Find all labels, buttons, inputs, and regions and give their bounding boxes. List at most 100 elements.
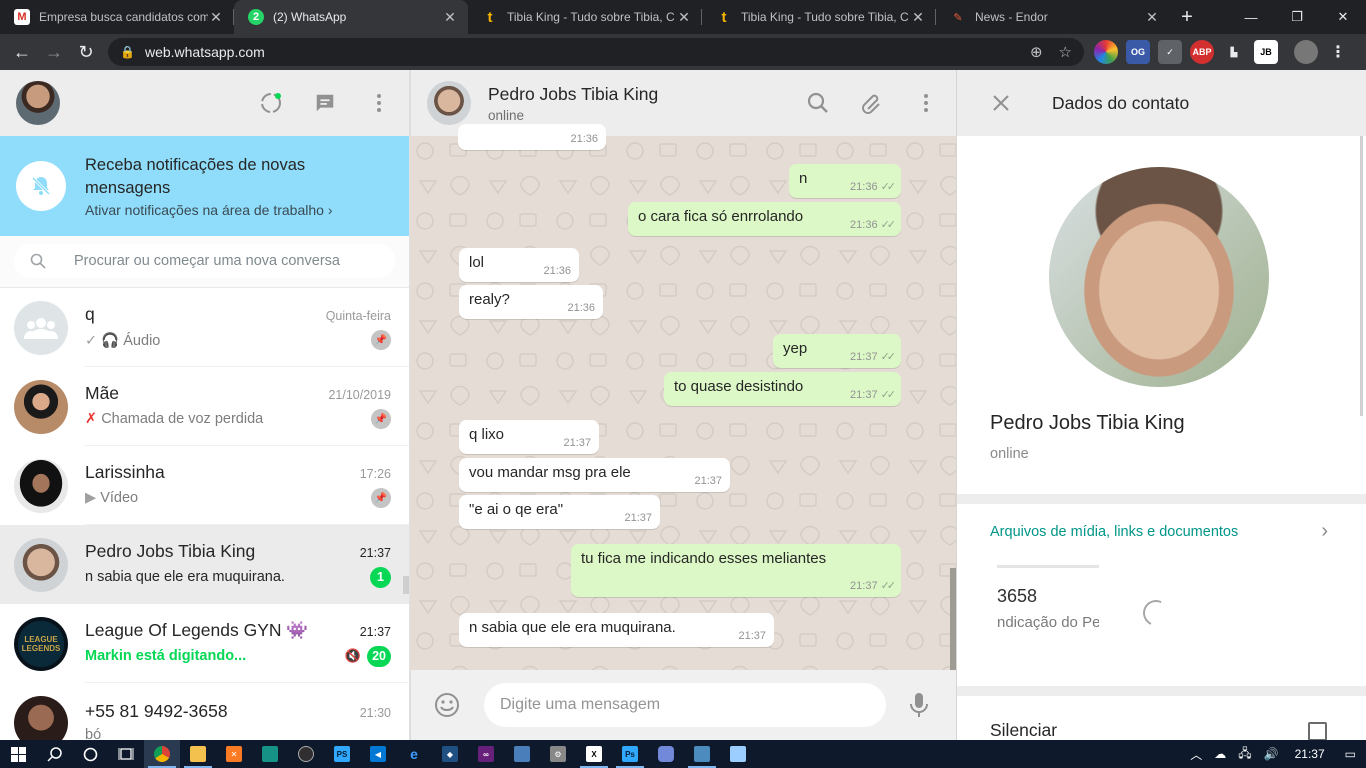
tab-close-icon[interactable]: ✕ <box>1144 9 1160 26</box>
new-tab-button[interactable]: + <box>1170 0 1204 34</box>
restore-icon[interactable]: ❐ <box>1274 0 1320 34</box>
minimize-icon[interactable]: — <box>1228 0 1274 34</box>
tab-close-icon[interactable]: ✕ <box>676 9 692 26</box>
menu-dots-icon[interactable] <box>912 89 940 117</box>
menu-dots-icon[interactable] <box>365 89 393 117</box>
edge-icon[interactable]: e <box>396 740 432 768</box>
attach-clip-icon[interactable] <box>858 89 886 117</box>
message-bubble-incoming[interactable]: "e ai o qe era" 21:37 <box>459 495 660 529</box>
back-arrow-icon[interactable]: ← <box>6 36 38 68</box>
cortana-icon[interactable] <box>72 740 108 768</box>
media-link-preview[interactable]: 3658 ndicação do Pe <box>997 565 1099 653</box>
close-icon[interactable] <box>987 89 1015 117</box>
windows-icon[interactable] <box>0 740 36 768</box>
tab-close-icon[interactable]: ✕ <box>442 9 458 26</box>
browser-tab-whatsapp[interactable]: 2 (2) WhatsApp ✕ <box>234 0 468 34</box>
contact-avatar[interactable] <box>427 81 471 125</box>
og-extension-icon[interactable]: OG <box>1126 40 1150 64</box>
message-bubble-outgoing[interactable]: n 21:36 ✓✓ <box>789 164 901 198</box>
message-bubble-incoming[interactable]: realy? 21:36 <box>459 285 603 319</box>
chevron-right-icon[interactable]: › <box>1321 520 1328 543</box>
chat-item-league[interactable]: LEAGUE LEGENDS League Of Legends GYN 👾 21:… <box>0 604 409 683</box>
chat-item-mae[interactable]: Mãe 21/10/2019 ✗ Chamada de voz perdida 📌 <box>0 367 409 446</box>
discord-icon[interactable] <box>648 740 684 768</box>
profile-photo[interactable] <box>1049 167 1269 387</box>
tab-close-icon[interactable]: ✕ <box>910 9 926 26</box>
search-box[interactable] <box>14 244 395 278</box>
emoji-icon[interactable] <box>433 691 461 719</box>
search-input[interactable] <box>74 253 374 269</box>
xampp-icon[interactable]: ✕ <box>216 740 252 768</box>
mute-row[interactable]: Silenciar <box>957 696 1366 740</box>
chat-item-number[interactable]: +55 81 9492-3658 21:30 bó <box>0 683 409 740</box>
chat-list-scrollbar[interactable] <box>403 576 409 594</box>
photoshop-icon[interactable]: PS <box>324 740 360 768</box>
mute-checkbox[interactable] <box>1308 722 1327 740</box>
message-bubble-outgoing[interactable]: to quase desistindo 21:37 ✓✓ <box>664 372 901 406</box>
enable-notifications-link[interactable]: Ativar notificações na área de trabalho … <box>85 202 335 218</box>
notifications-icon[interactable]: ▭ <box>1345 747 1356 761</box>
notepad-icon[interactable] <box>720 740 756 768</box>
search-icon[interactable] <box>36 740 72 768</box>
chevron-up-icon[interactable]: ︿ <box>1190 746 1202 763</box>
my-avatar[interactable] <box>16 81 60 125</box>
new-chat-icon[interactable] <box>311 89 339 117</box>
chrome-icon[interactable] <box>144 740 180 768</box>
tool-icon[interactable]: ⚙ <box>540 740 576 768</box>
vm-icon[interactable] <box>684 740 720 768</box>
ps-icon[interactable]: Ps <box>612 740 648 768</box>
browser-tab-tibiaking-1[interactable]: t Tibia King - Tudo sobre Tibia, C ✕ <box>468 0 702 34</box>
volume-icon[interactable]: 🔊 <box>1264 747 1279 761</box>
stamp-extension-icon[interactable]: ▙ <box>1222 40 1246 64</box>
url-text[interactable]: web.whatsapp.com <box>145 44 1014 60</box>
task-view-icon[interactable] <box>108 740 144 768</box>
jb-extension-icon[interactable]: JB <box>1254 40 1278 64</box>
message-bubble-incoming[interactable]: q lixo 21:37 <box>459 420 599 454</box>
forward-arrow-icon[interactable]: → <box>38 36 70 68</box>
excel-icon[interactable]: X <box>576 740 612 768</box>
visualstudio-icon[interactable]: ∞ <box>468 740 504 768</box>
network-icon[interactable]: 🖧 <box>1238 744 1251 765</box>
sqlmanager-icon[interactable] <box>504 740 540 768</box>
chat-item-pedro[interactable]: Pedro Jobs Tibia King 21:37 n sabia que e… <box>0 525 409 604</box>
color-picker-extension-icon[interactable] <box>1094 40 1118 64</box>
media-links-docs-link[interactable]: Arquivos de mídia, links e documentos <box>990 524 1238 540</box>
contact-info-scrollbar[interactable] <box>1360 136 1363 416</box>
message-bubble-outgoing[interactable]: tu fica me indicando esses meliantes 21:… <box>571 544 901 597</box>
address-bar[interactable]: 🔒 web.whatsapp.com ⊕ ☆ <box>108 38 1084 66</box>
message-bubble-incoming[interactable]: lol 21:36 <box>459 248 579 282</box>
tab-close-icon[interactable]: ✕ <box>208 9 224 26</box>
message-bubble-outgoing[interactable]: o cara fica só enrrolando 21:36 ✓✓ <box>628 202 901 236</box>
clock[interactable]: 21:37 <box>1295 747 1325 761</box>
browser-tab-endor[interactable]: ✎ News - Endor ✕ <box>936 0 1170 34</box>
profile-avatar-icon[interactable] <box>1294 40 1318 64</box>
bookmark-star-icon[interactable]: ☆ <box>1059 43 1072 61</box>
message-bubble-incoming[interactable]: vou mandar msg pra ele 21:37 <box>459 458 730 492</box>
zoom-icon[interactable]: ⊕ <box>1030 43 1043 61</box>
explorer-icon[interactable] <box>180 740 216 768</box>
chat-item-q[interactable]: q Quinta-feira ✓ 🎧 Áudio 📌 <box>0 288 409 367</box>
reload-icon[interactable]: ↻ <box>70 36 102 68</box>
vscode-icon[interactable]: ◀ <box>360 740 396 768</box>
close-window-icon[interactable]: ✕ <box>1320 0 1366 34</box>
obs-icon[interactable] <box>288 740 324 768</box>
message-input[interactable] <box>500 696 870 714</box>
adblock-plus-icon[interactable]: ABP <box>1190 40 1214 64</box>
search-icon[interactable] <box>804 89 832 117</box>
notification-banner[interactable]: Receba notificações de novas mensagens A… <box>0 136 409 236</box>
menu-icon[interactable]: ⋮ <box>1326 40 1350 64</box>
ps-label: Ps <box>622 746 638 762</box>
chat-item-larissinha[interactable]: Larissinha 17:26 ▶ Vídeo 📌 <box>0 446 409 525</box>
browser-tab-gmail[interactable]: M Empresa busca candidatos com ✕ <box>0 0 234 34</box>
gitkraken-icon[interactable] <box>252 740 288 768</box>
message-bubble-incoming[interactable]: 21:36 <box>458 124 606 150</box>
check-extension-icon[interactable]: ✓ <box>1158 40 1182 64</box>
cloud-icon[interactable]: ☁ <box>1214 747 1226 761</box>
browser-tab-tibiaking-2[interactable]: t Tibia King - Tudo sobre Tibia, C ✕ <box>702 0 936 34</box>
microphone-icon[interactable] <box>905 691 933 719</box>
message-bubble-outgoing[interactable]: yep 21:37 ✓✓ <box>773 334 901 368</box>
sourcetree-icon[interactable]: ◆ <box>432 740 468 768</box>
message-bubble-incoming[interactable]: n sabia que ele era muquirana. 21:37 <box>459 613 774 647</box>
status-icon[interactable] <box>257 89 285 117</box>
message-input-box[interactable] <box>484 683 886 727</box>
